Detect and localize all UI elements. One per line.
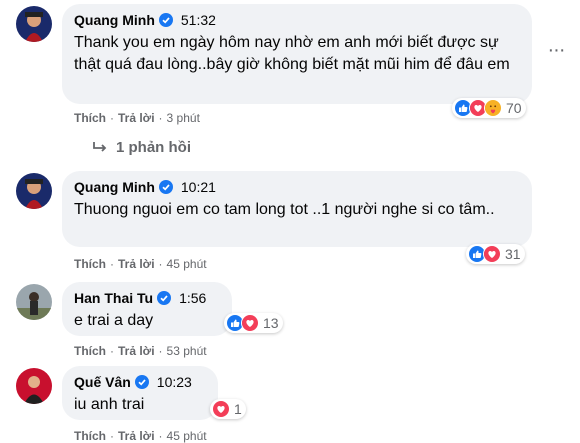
comment-text: Thank you em ngày hôm nay nhờ em anh mới… bbox=[74, 34, 510, 73]
author-name[interactable]: Quang Minh bbox=[74, 12, 155, 28]
reply-arrow-icon bbox=[92, 141, 108, 155]
verified-icon bbox=[158, 13, 173, 27]
reply-button[interactable]: Trả lời bbox=[118, 257, 155, 271]
comment-age[interactable]: 53 phút bbox=[167, 344, 207, 358]
author-name[interactable]: Quang Minh bbox=[74, 179, 155, 195]
separator-dot: · bbox=[110, 344, 114, 358]
comment-age[interactable]: 45 phút bbox=[167, 429, 207, 443]
comment-bubble: Quang Minh 51:32 Thank you em ngày hôm n… bbox=[62, 4, 532, 104]
comment-actions: Thích · Trả lời · 53 phút bbox=[74, 344, 207, 358]
comment-time: 51:32 bbox=[180, 12, 216, 28]
separator-dot: · bbox=[158, 344, 163, 358]
like-button[interactable]: Thích bbox=[74, 429, 106, 443]
reaction-summary[interactable]: 13 bbox=[224, 313, 283, 333]
view-replies-link[interactable]: 1 phản hồi bbox=[92, 139, 191, 156]
separator-dot: · bbox=[158, 429, 163, 443]
love-icon bbox=[212, 400, 230, 418]
more-options-icon[interactable]: ··· bbox=[544, 38, 568, 62]
comment-text: iu anh trai bbox=[74, 396, 145, 413]
comment-text: e trai a day bbox=[74, 312, 154, 329]
like-button[interactable]: Thích bbox=[74, 111, 106, 125]
reaction-count: 70 bbox=[506, 100, 522, 116]
author-name[interactable]: Han Thai Tu bbox=[74, 290, 153, 306]
reaction-summary[interactable]: 31 bbox=[466, 244, 525, 264]
comment-time: 10:21 bbox=[180, 179, 216, 195]
comment-time: 1:56 bbox=[179, 290, 207, 306]
reply-button[interactable]: Trả lời bbox=[118, 429, 155, 443]
comment-time: 10:23 bbox=[156, 374, 192, 390]
separator-dot: · bbox=[158, 111, 163, 125]
reaction-count: 13 bbox=[263, 315, 279, 331]
author-name[interactable]: Quế Vân bbox=[74, 374, 131, 390]
separator-dot: · bbox=[110, 429, 114, 443]
avatar[interactable] bbox=[16, 284, 52, 320]
reaction-summary[interactable]: 1 bbox=[210, 399, 246, 419]
like-button[interactable]: Thích bbox=[74, 257, 106, 271]
comment-age[interactable]: 45 phút bbox=[167, 257, 207, 271]
comment-bubble: Han Thai Tu 1:56 e trai a day bbox=[62, 282, 232, 336]
avatar[interactable] bbox=[16, 6, 52, 42]
reaction-summary[interactable]: 70 bbox=[452, 98, 526, 118]
reaction-count: 31 bbox=[505, 246, 521, 262]
love-icon bbox=[241, 314, 259, 332]
like-button[interactable]: Thích bbox=[74, 344, 106, 358]
comment-actions: Thích · Trả lời · 3 phút bbox=[74, 111, 200, 125]
separator-dot: · bbox=[110, 111, 114, 125]
comment-age[interactable]: 3 phút bbox=[167, 111, 200, 125]
comment-bubble: Quế Vân 10:23 iu anh trai bbox=[62, 366, 218, 420]
comment-actions: Thích · Trả lời · 45 phút bbox=[74, 257, 207, 271]
separator-dot: · bbox=[158, 257, 163, 271]
comment-text: Thuong nguoi em co tam long tot ..1 ngườ… bbox=[74, 201, 495, 218]
reply-button[interactable]: Trả lời bbox=[118, 344, 155, 358]
avatar[interactable] bbox=[16, 368, 52, 404]
care-icon bbox=[484, 99, 502, 117]
verified-icon bbox=[158, 180, 173, 194]
verified-icon bbox=[134, 375, 149, 389]
avatar[interactable] bbox=[16, 173, 52, 209]
replies-count-label: 1 phản hồi bbox=[116, 139, 191, 156]
separator-dot: · bbox=[110, 257, 114, 271]
love-icon bbox=[483, 245, 501, 263]
reply-button[interactable]: Trả lời bbox=[118, 111, 155, 125]
reaction-count: 1 bbox=[234, 401, 242, 417]
comment-bubble: Quang Minh 10:21 Thuong nguoi em co tam … bbox=[62, 171, 532, 247]
comment-actions: Thích · Trả lời · 45 phút bbox=[74, 429, 207, 443]
verified-icon bbox=[157, 291, 172, 305]
